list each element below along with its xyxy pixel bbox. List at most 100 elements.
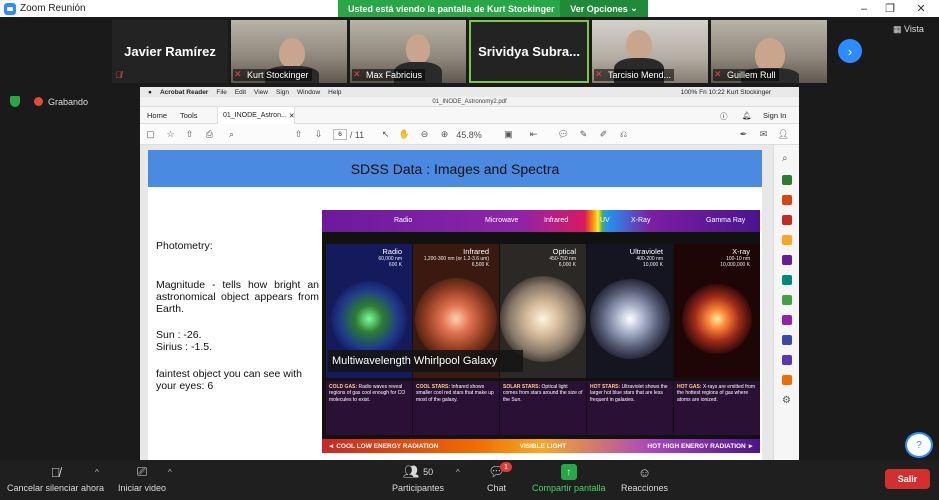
unmute-button[interactable]: 🎙̸ Cancelar silenciar ahora: [7, 464, 104, 494]
slide-title: SDSS Data : Images and Spectra: [148, 150, 762, 187]
protect-icon[interactable]: [782, 335, 792, 345]
hand-icon[interactable]: ✋: [399, 129, 410, 140]
page-total: / 11: [349, 129, 365, 140]
spectrum-label: UV: [600, 217, 610, 224]
smiley-icon: ☺: [637, 464, 652, 480]
zoom-level[interactable]: 45.8%: [456, 129, 482, 140]
next-page-icon[interactable]: ⇩: [313, 129, 324, 140]
menu-sign[interactable]: Sign: [276, 89, 289, 96]
participant-tile[interactable]: Tarcisio Mend... ✕: [592, 20, 708, 83]
sign-in-link[interactable]: Sign In: [763, 111, 786, 120]
compress-icon[interactable]: [782, 295, 792, 305]
menu-view[interactable]: View: [254, 89, 268, 96]
sirius-magnitude: Sirius : -1.5.: [156, 341, 213, 353]
create-pdf-icon[interactable]: [782, 195, 792, 205]
start-video-button[interactable]: ⎚ Iniciar video: [118, 464, 166, 493]
upload-icon[interactable]: ⇧: [184, 129, 195, 140]
comment-icon[interactable]: 💬︎: [558, 129, 569, 140]
select-cursor-icon[interactable]: ↖: [380, 129, 391, 140]
zoom-in-icon[interactable]: ⊕: [439, 129, 450, 140]
shared-screen: ● Acrobat Reader File Edit View Sign Win…: [140, 87, 799, 460]
recording-icon: [34, 97, 43, 106]
zoom-out-icon[interactable]: ⊖: [419, 129, 430, 140]
description-box: SOLAR STARS: Optical light comes from st…: [500, 381, 586, 435]
notifications-icon[interactable]: 🔔︎: [742, 111, 752, 120]
sun-magnitude: Sun : -26.: [156, 329, 202, 341]
galaxy-image: [590, 279, 670, 360]
bookmark-star-icon[interactable]: ☆: [165, 129, 176, 140]
spectrum-label: Radio: [394, 217, 413, 224]
participant-tile[interactable]: Kurt Stockinger ✕: [231, 20, 347, 83]
galaxy-image: [415, 278, 497, 361]
participants-options-caret[interactable]: ^: [456, 468, 460, 477]
spectrum-bar: Radio Microwave Infrared UV X-Ray Gamma …: [322, 210, 760, 232]
stamp-icon[interactable]: ⎌: [618, 129, 629, 140]
magnitude-text: Magnitude - tells how bright an astronom…: [156, 279, 319, 315]
prev-page-icon[interactable]: ⇧: [293, 129, 304, 140]
more-tools-icon[interactable]: [782, 375, 792, 385]
participant-tile[interactable]: Guillem Rull ✕: [711, 20, 827, 83]
participant-name: Guillem Rull: [713, 69, 779, 81]
menu-window[interactable]: Window: [297, 89, 320, 96]
close-button[interactable]: ✕: [906, 0, 936, 17]
edit-pdf-icon[interactable]: [782, 215, 792, 225]
reactions-button[interactable]: ☺ Reacciones: [621, 464, 668, 494]
security-shield-icon[interactable]: [10, 96, 20, 107]
comment-rail-icon[interactable]: [782, 235, 792, 245]
menu-edit[interactable]: Edit: [235, 89, 246, 96]
zoom-window: Zoom Reunión Usted está viendo la pantal…: [0, 0, 939, 500]
participant-name: Tarcisio Mend...: [594, 69, 675, 81]
help-icon[interactable]: ⓘ: [720, 111, 728, 122]
next-page-arrow-icon[interactable]: ›: [838, 39, 862, 63]
maximize-button[interactable]: ❐: [875, 0, 905, 17]
acrobat-tabs: Home Tools 01_INODE_Astron... ✕ ⓘ 🔔︎ Sig…: [140, 107, 799, 124]
tools-rail: ⌕ ⚙: [773, 145, 799, 460]
mic-off-icon: ✕: [714, 69, 722, 79]
fit-page-icon[interactable]: ▣: [503, 129, 514, 140]
ultraviolet-panel: Ultraviolet 400-200 nm 10,000 K: [587, 244, 673, 378]
participant-face: [279, 38, 305, 68]
leave-button[interactable]: Salir: [885, 469, 930, 489]
spectrum-label: X-Ray: [631, 217, 651, 224]
participant-face: [406, 34, 430, 64]
page-number-input[interactable]: 6: [333, 129, 347, 140]
sign-icon[interactable]: ✒: [738, 129, 749, 140]
send-sign-icon[interactable]: [782, 355, 792, 365]
combine-icon[interactable]: [782, 255, 792, 265]
zoom-search-icon[interactable]: ⌕: [226, 129, 237, 140]
fill-sign-icon[interactable]: [782, 315, 792, 325]
pdf-page: SDSS Data : Images and Spectra Photometr…: [148, 150, 762, 460]
zoom-search-icon[interactable]: ⌕: [782, 153, 792, 164]
export-pdf-icon[interactable]: [782, 175, 792, 185]
share-user-icon[interactable]: 👤︎: [778, 129, 789, 140]
tab-home[interactable]: Home: [147, 111, 167, 120]
help-bubble-icon[interactable]: ?: [905, 432, 933, 458]
audio-options-caret[interactable]: ^: [95, 468, 99, 477]
customize-icon[interactable]: ⚙: [782, 395, 792, 406]
tab-tools[interactable]: Tools: [180, 111, 198, 120]
video-options-caret[interactable]: ^: [168, 468, 172, 477]
menu-help[interactable]: Help: [328, 89, 341, 96]
document-title: 01_INODE_Astronomy2.pdf: [140, 97, 799, 107]
view-options-button[interactable]: Ver Opciones ⌄: [560, 0, 648, 17]
menu-file[interactable]: File: [216, 89, 226, 96]
participant-tile[interactable]: Srividya Subra...: [469, 20, 589, 83]
share-screen-button[interactable]: ↑ Compartir pantalla: [532, 464, 606, 493]
print-icon[interactable]: ⎙: [204, 129, 215, 140]
email-icon[interactable]: ✉: [758, 129, 769, 140]
create-icon[interactable]: ▢: [145, 129, 156, 140]
participants-button[interactable]: 👥︎ 50 Participantes: [392, 464, 444, 493]
highlight-icon[interactable]: ✐: [598, 129, 609, 140]
organize-icon[interactable]: [782, 275, 792, 285]
window-title: Zoom Reunión: [20, 3, 86, 14]
zoom-logo-icon: [4, 2, 16, 15]
participant-name: Max Fabricius: [352, 69, 426, 81]
pen-icon[interactable]: ✎: [578, 129, 589, 140]
scroll-mode-icon[interactable]: ⇤: [528, 129, 539, 140]
participant-tile[interactable]: Max Fabricius ✕: [350, 20, 466, 83]
view-button[interactable]: ▦ Vista: [893, 24, 924, 35]
tab-document[interactable]: 01_INODE_Astron... ✕: [217, 107, 295, 124]
participant-tile[interactable]: Javier Ramírez 🎙̸: [112, 20, 228, 83]
faintest-text: faintest object you can see with your ey…: [156, 368, 302, 392]
document-canvas[interactable]: SDSS Data : Images and Spectra Photometr…: [140, 145, 773, 460]
